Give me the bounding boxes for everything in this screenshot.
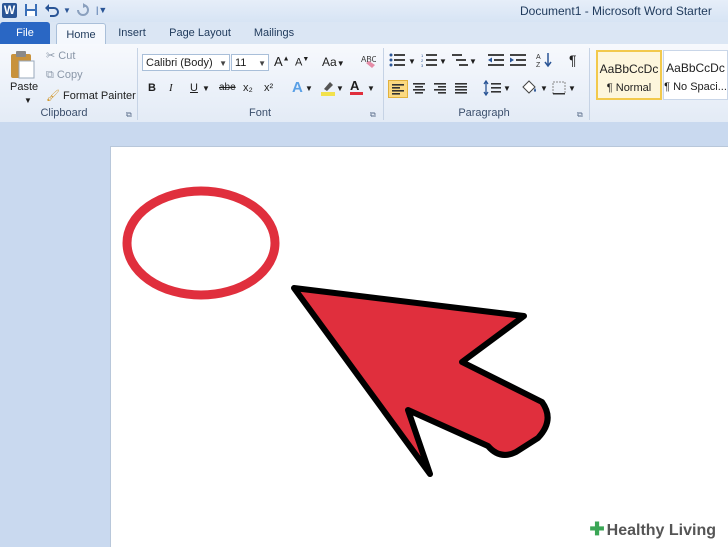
annotation-overlay [122, 186, 551, 477]
watermark-text: Healthy Living [606, 522, 716, 539]
pointer-arrow [291, 285, 551, 477]
watermark: ✚ Healthy Living [583, 516, 722, 542]
plus-logo-icon: ✚ [589, 519, 605, 539]
highlight-circle [122, 186, 280, 300]
